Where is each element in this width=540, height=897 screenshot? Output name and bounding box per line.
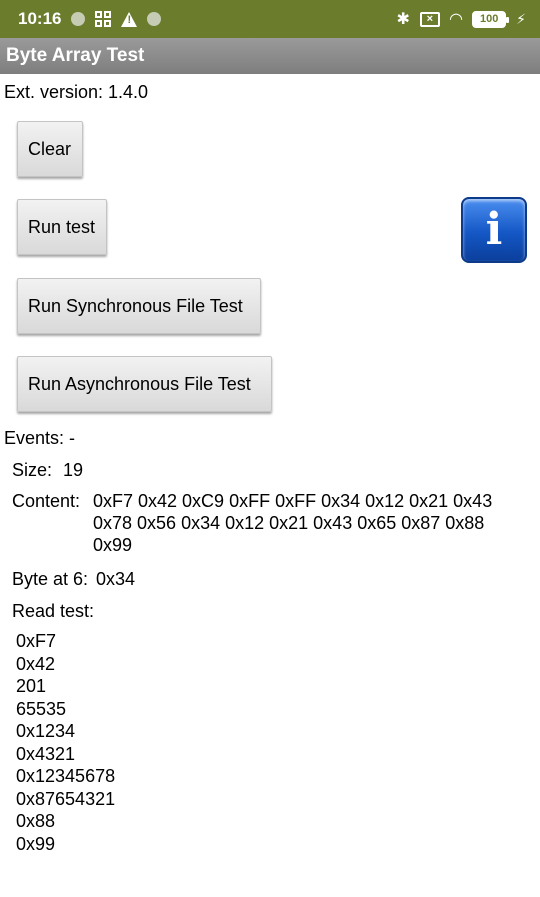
- list-item: 0x88: [16, 811, 56, 831]
- notification-dot-icon: [147, 12, 162, 26]
- byte-at-value: 0x34: [96, 569, 136, 589]
- list-item: 65535: [16, 698, 67, 719]
- status-left: 10:16: [18, 9, 162, 29]
- warning-icon: [121, 11, 138, 27]
- bluetooth-icon: ✱: [396, 11, 410, 28]
- content-line: 0xF7 0x42 0xC9 0xFF 0xFF 0x34 0x12 0x21 …: [93, 491, 493, 511]
- size-value: 19: [63, 460, 84, 480]
- list-item: 0x12345678: [16, 766, 116, 786]
- run-sync-file-test-button[interactable]: Run Synchronous File Test: [17, 278, 261, 334]
- byte-at-label: Byte at 6:: [12, 569, 89, 589]
- list-item: 0x4321: [16, 743, 76, 764]
- battery-icon: 100: [472, 10, 510, 28]
- list-item: 0x87654321: [16, 788, 116, 809]
- notification-dot-icon: [71, 12, 86, 26]
- content-line: 0x78 0x56 0x34 0x12 0x21 0x43 0x65 0x87 …: [93, 513, 485, 533]
- title-bar: Byte Array Test: [0, 38, 540, 74]
- charging-icon: ⚡: [516, 10, 526, 27]
- sim-icon: ×: [419, 11, 440, 27]
- list-item: 0x99: [16, 833, 56, 854]
- status-right: ✱ × ◠ 100 ⚡: [396, 9, 526, 29]
- list-item: 201: [16, 676, 47, 696]
- clear-button[interactable]: Clear: [17, 121, 83, 177]
- read-test-label: Read test:: [12, 601, 95, 621]
- clock: 10:16: [18, 9, 62, 28]
- content-line: 0x99: [93, 535, 133, 555]
- content-value: 0xF7 0x42 0xC9 0xFF 0xFF 0x34 0x12 0x21 …: [93, 490, 523, 556]
- ext-version-label: Ext. version: 1.4.0: [4, 82, 149, 102]
- list-item: 0xF7: [16, 631, 57, 651]
- run-test-button[interactable]: Run test: [17, 199, 107, 255]
- status-bar: 10:16 ✱ × ◠ 100 ⚡: [0, 0, 540, 38]
- read-test-list: 0xF7 0x42 201 65535 0x1234 0x4321 0x1234…: [16, 630, 115, 855]
- size-label: Size:: [12, 460, 53, 480]
- grid-icon: [95, 11, 112, 27]
- run-async-file-test-button[interactable]: Run Asynchronous File Test: [17, 356, 272, 412]
- events-label: Events: -: [4, 428, 76, 448]
- list-item: 0x42: [16, 653, 56, 674]
- content-label: Content:: [12, 491, 81, 511]
- wifi-icon: ◠: [449, 11, 463, 28]
- info-icon[interactable]: i: [461, 197, 527, 263]
- list-item: 0x1234: [16, 721, 76, 741]
